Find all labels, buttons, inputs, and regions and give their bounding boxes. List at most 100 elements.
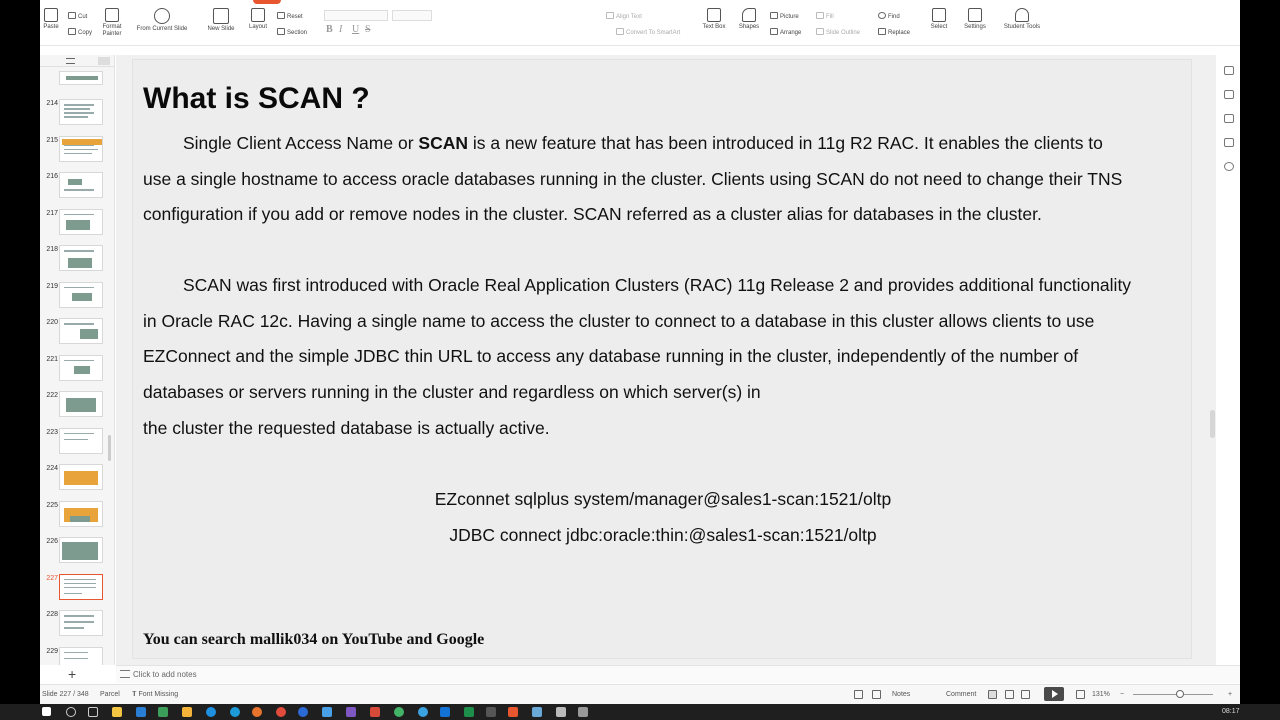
app-icon-grey[interactable] — [486, 707, 496, 717]
task-view-icon[interactable] — [88, 707, 98, 717]
ie-icon[interactable] — [230, 707, 240, 717]
notes-pane[interactable]: Click to add notes — [116, 665, 1240, 683]
app-icon-green[interactable] — [158, 707, 168, 717]
app-icon-purple[interactable] — [346, 707, 356, 717]
slide-title[interactable]: What is SCAN ? — [143, 82, 370, 116]
zoom-in-button[interactable]: + — [1228, 691, 1232, 698]
slide-thumbnail[interactable]: 220 — [40, 318, 114, 352]
thumbnail-scrollbar[interactable] — [108, 435, 111, 461]
edge-icon[interactable] — [206, 707, 216, 717]
slide-thumbnail[interactable]: 224 — [40, 464, 114, 498]
from-current-slide-button[interactable]: From Current Slide — [132, 0, 192, 32]
copy-button[interactable]: Copy — [68, 28, 92, 36]
zoom-slider-track[interactable] — [1133, 694, 1213, 695]
vertical-scrollbar[interactable] — [1210, 410, 1215, 438]
excel-icon[interactable] — [464, 707, 474, 717]
presentation-app-icon[interactable] — [508, 707, 518, 717]
slide-thumbnail[interactable]: 215 — [40, 135, 114, 170]
properties-icon[interactable] — [1224, 66, 1234, 75]
format-painter-button[interactable]: Format Painter — [98, 0, 126, 38]
file-explorer-icon[interactable] — [112, 707, 122, 717]
list-view-icon[interactable] — [66, 58, 75, 64]
fit-window-icon[interactable] — [1076, 690, 1085, 699]
align-text-button[interactable]: Align Text — [606, 12, 642, 20]
strikethrough-button[interactable]: S — [365, 24, 371, 35]
paste-button[interactable]: Paste — [40, 0, 62, 30]
slide-outline-button[interactable]: Slide Outline — [816, 28, 860, 36]
chrome-icon[interactable] — [276, 707, 286, 717]
settings-button[interactable]: Settings — [960, 0, 990, 30]
font-name-combo[interactable] — [324, 10, 388, 21]
font-size-combo[interactable] — [392, 10, 432, 21]
normal-view-icon[interactable] — [988, 690, 997, 699]
history-icon[interactable] — [1224, 138, 1234, 147]
app-icon-blue[interactable] — [298, 707, 308, 717]
add-slide-button[interactable]: + — [68, 666, 76, 682]
store-icon[interactable] — [136, 707, 146, 717]
bold-button[interactable]: B — [326, 24, 333, 35]
find-button[interactable]: Find — [878, 12, 900, 20]
slide-thumbnail[interactable]: 223 — [40, 427, 114, 462]
fit-icon[interactable] — [854, 690, 863, 699]
slide-thumbnail[interactable]: 221 — [40, 354, 114, 389]
slide-sorter-icon[interactable] — [1005, 690, 1014, 699]
section-button[interactable]: Section — [277, 28, 307, 36]
font-missing-indicator[interactable]: 𝐓 Font Missing — [132, 691, 178, 699]
gallery-view-icon[interactable] — [98, 57, 110, 65]
slide-thumbnail[interactable]: 218 — [40, 245, 114, 279]
word-icon[interactable] — [440, 707, 450, 717]
student-tools-button[interactable]: Student Tools — [1000, 0, 1044, 30]
slide-thumbnail[interactable]: 217 — [40, 208, 114, 243]
app-icon-light-grey[interactable] — [556, 707, 566, 717]
italic-button[interactable]: I — [339, 24, 342, 35]
folder-icon[interactable] — [182, 707, 192, 717]
slide-thumbnail[interactable]: 222 — [40, 391, 114, 425]
jdbc-example[interactable]: JDBC connect jdbc:oracle:thin:@sales1-sc… — [133, 525, 1191, 546]
footer-note[interactable]: You can search mallik034 on YouTube and … — [143, 631, 484, 649]
text-box-button[interactable]: Text Box — [700, 0, 728, 30]
slideshow-play-button[interactable] — [1044, 687, 1064, 701]
shapes-button[interactable]: Shapes — [735, 0, 763, 30]
zoom-slider-knob[interactable] — [1176, 690, 1184, 698]
app-icon-dark-grey[interactable] — [578, 707, 588, 717]
firefox-icon[interactable] — [252, 707, 262, 717]
underline-button[interactable]: U — [352, 24, 359, 35]
reading-view-icon[interactable] — [1021, 690, 1030, 699]
animation-icon[interactable] — [1224, 90, 1234, 99]
new-slide-button[interactable]: New Slide — [202, 0, 240, 32]
zoom-level[interactable]: 131% — [1092, 691, 1110, 698]
current-slide[interactable]: What is SCAN ? Single Client Access Name… — [132, 59, 1192, 659]
mail-icon[interactable] — [322, 707, 332, 717]
thumbnail-partial[interactable] — [40, 69, 114, 103]
comment-toggle[interactable]: Comment — [946, 691, 976, 698]
zoom-out-button[interactable]: − — [1120, 691, 1124, 698]
slide-thumbnail[interactable]: 229 — [40, 646, 114, 665]
app-icon-red[interactable] — [370, 707, 380, 717]
outline-view-icon[interactable] — [872, 690, 881, 699]
select-button[interactable]: Select — [926, 0, 952, 30]
slide-thumbnail[interactable]: 219 — [40, 281, 114, 316]
slide-thumbnail[interactable]: 228 — [40, 610, 114, 644]
picture-button[interactable]: Picture — [770, 12, 799, 20]
app-icon-green-2[interactable] — [394, 707, 404, 717]
theme-name[interactable]: Parcel — [100, 691, 120, 698]
slide-thumbnail[interactable]: 216 — [40, 172, 114, 206]
settings-sliders-icon[interactable] — [1224, 114, 1234, 123]
app-icon-teal[interactable] — [418, 707, 428, 717]
notes-toggle[interactable]: Notes — [892, 691, 910, 698]
arrange-button[interactable]: Arrange — [770, 28, 801, 36]
convert-smartart-button[interactable]: Convert To SmartArt — [616, 28, 680, 36]
app-icon-light-blue[interactable] — [532, 707, 542, 717]
reset-button[interactable]: Reset — [277, 12, 303, 20]
fill-button[interactable]: Fill — [816, 12, 834, 20]
start-icon[interactable] — [42, 707, 51, 716]
search-icon[interactable] — [66, 707, 76, 717]
slide-thumbnail[interactable]: 227 — [40, 573, 114, 608]
slide-thumbnail[interactable]: 226 — [40, 537, 114, 571]
help-icon[interactable] — [1224, 162, 1234, 171]
replace-button[interactable]: Replace — [878, 28, 910, 36]
slide-thumbnail[interactable]: 214 — [40, 99, 114, 133]
ezconnect-example[interactable]: EZconnet sqlplus system/manager@sales1-s… — [133, 489, 1191, 510]
layout-button[interactable]: Layout — [244, 0, 272, 30]
slide-thumbnail[interactable]: 225 — [40, 500, 114, 535]
